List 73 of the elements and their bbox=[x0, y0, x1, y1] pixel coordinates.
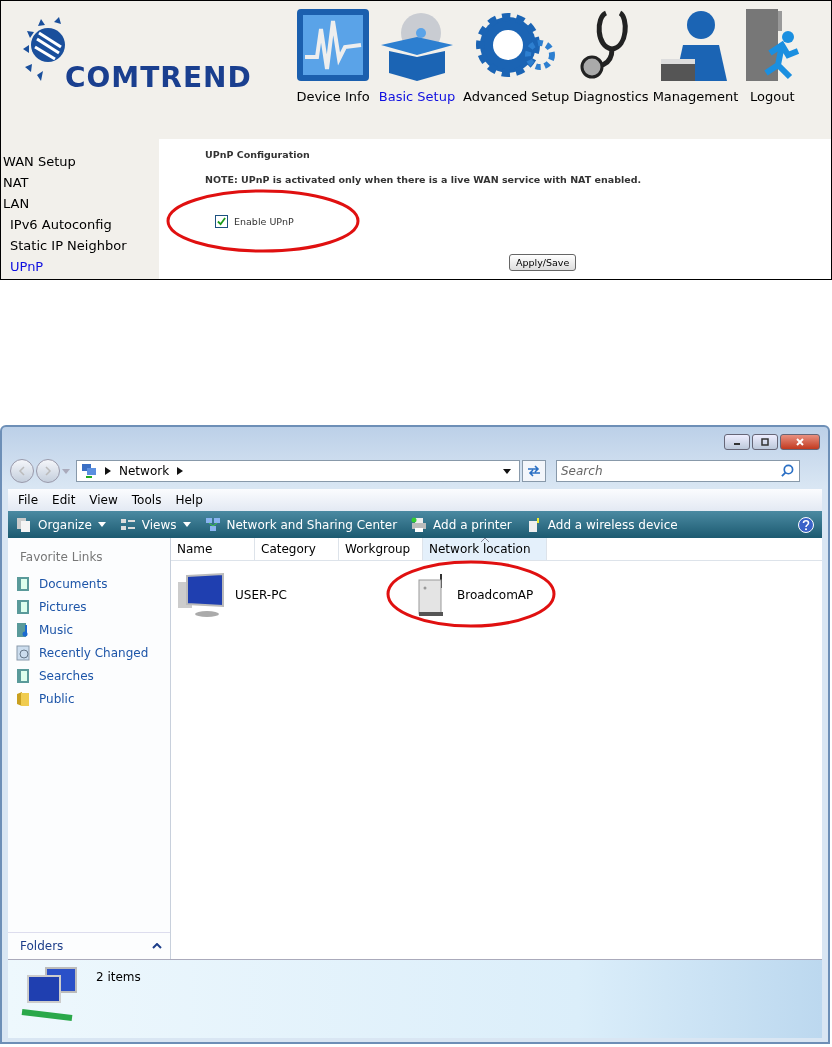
favorite-link[interactable]: Music bbox=[8, 618, 170, 641]
sidebar-link[interactable]: IPv6 Autoconfig bbox=[1, 214, 159, 235]
apply-save-button[interactable]: Apply/Save bbox=[509, 254, 577, 271]
toolbar-button[interactable]: Views bbox=[119, 516, 191, 533]
help-button[interactable] bbox=[798, 516, 814, 533]
pages-icon bbox=[16, 516, 32, 533]
minimize-button[interactable] bbox=[724, 434, 750, 450]
folders-toggle[interactable]: Folders bbox=[20, 939, 64, 953]
refresh-button[interactable] bbox=[522, 460, 546, 482]
nav-tab[interactable]: Device Info bbox=[293, 7, 373, 139]
address-bar[interactable]: Network bbox=[76, 460, 520, 482]
checkbox-label: Enable UPnP bbox=[234, 215, 294, 227]
chart-icon bbox=[295, 7, 371, 83]
maximize-button[interactable] bbox=[752, 434, 778, 450]
views-icon bbox=[119, 516, 136, 533]
toolbar-button[interactable]: Organize bbox=[16, 516, 106, 533]
favorite-links-heading: Favorite Links bbox=[19, 549, 104, 566]
column-header[interactable]: Category bbox=[255, 538, 339, 560]
nav-tab[interactable]: Advanced Setup bbox=[461, 7, 572, 139]
network-icon bbox=[81, 463, 97, 479]
dropdown-caret-icon bbox=[503, 468, 511, 474]
document-icon bbox=[16, 598, 30, 615]
nav-tab[interactable]: Basic Setup bbox=[373, 7, 461, 139]
close-icon bbox=[795, 437, 805, 447]
note-text: NOTE: UPnP is activated only when there is a live WAN service with NAT enabled. bbox=[205, 174, 643, 185]
search-field[interactable]: Search bbox=[556, 460, 800, 482]
maximize-icon bbox=[760, 437, 770, 447]
column-header[interactable]: Network location bbox=[423, 538, 547, 560]
nav-tab[interactable]: Management bbox=[650, 7, 741, 139]
toolbar-button[interactable]: Add a wireless device bbox=[525, 516, 678, 533]
section-title: UPnP Configuration bbox=[205, 149, 311, 160]
menu-item[interactable]: File bbox=[18, 493, 39, 507]
favorite-link[interactable]: Pictures bbox=[8, 595, 170, 618]
breadcrumb-arrow-icon bbox=[177, 467, 184, 475]
nav-tab[interactable]: Logout bbox=[740, 7, 805, 139]
checkmark-icon bbox=[217, 216, 226, 226]
music-icon bbox=[16, 621, 30, 638]
computer-icon bbox=[177, 572, 227, 618]
toolbar-button[interactable]: Network and Sharing Center bbox=[204, 516, 398, 533]
history-caret-icon bbox=[62, 468, 70, 474]
menu-item[interactable]: Tools bbox=[131, 493, 162, 507]
document-icon bbox=[16, 667, 30, 684]
favorite-link[interactable]: Documents bbox=[8, 572, 170, 595]
breadcrumb-segment[interactable]: Network bbox=[119, 464, 170, 478]
enable-checkbox[interactable] bbox=[215, 214, 228, 228]
status-text: 2 items bbox=[96, 970, 141, 984]
menu-item[interactable]: View bbox=[89, 493, 118, 507]
menu-item[interactable]: Edit bbox=[52, 493, 76, 507]
recent-icon bbox=[16, 644, 30, 661]
sidebar-link[interactable]: Static IP Neighbor bbox=[1, 235, 159, 256]
breadcrumb-arrow-icon bbox=[105, 467, 111, 475]
network-icon bbox=[204, 516, 221, 533]
item-name[interactable]: BroadcomAP bbox=[457, 588, 534, 602]
document-icon bbox=[16, 575, 30, 592]
item-name[interactable]: USER-PC bbox=[235, 588, 287, 602]
toolbar-button[interactable]: Add a printer bbox=[411, 516, 512, 533]
column-header[interactable]: Name bbox=[171, 538, 255, 560]
sidebar-link[interactable]: NAT bbox=[1, 172, 159, 193]
printer-icon bbox=[411, 516, 428, 533]
favorite-link[interactable]: Public bbox=[8, 687, 170, 710]
refresh-icon bbox=[526, 464, 542, 478]
brand-logo: COMTREND bbox=[65, 61, 252, 94]
search-icon bbox=[781, 464, 794, 477]
favorite-link[interactable]: Recently Changed bbox=[8, 641, 170, 664]
favorite-link[interactable]: Searches bbox=[8, 664, 170, 687]
sidebar-link[interactable]: WAN Setup bbox=[1, 151, 159, 172]
sidebar-link[interactable]: LAN bbox=[1, 193, 159, 214]
sidebar-link[interactable]: UPnP bbox=[1, 256, 159, 277]
nav-tab[interactable]: Diagnostics bbox=[571, 7, 651, 139]
close-button[interactable] bbox=[780, 434, 820, 450]
collapse-caret-icon bbox=[152, 943, 162, 949]
folder-icon bbox=[16, 690, 30, 707]
menu-item[interactable]: Help bbox=[175, 493, 203, 507]
